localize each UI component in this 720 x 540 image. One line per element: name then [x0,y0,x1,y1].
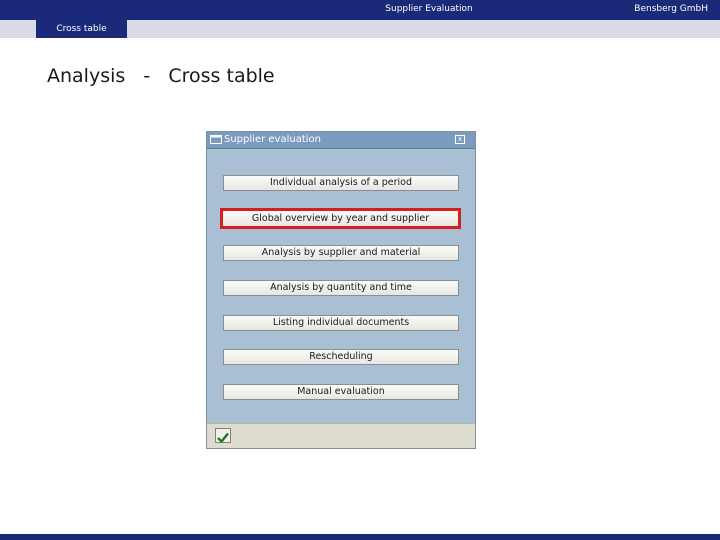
global-overview-button[interactable]: Global overview by year and supplier [220,208,461,229]
window-icon [210,135,222,144]
presentation-title: Supplier Evaluation [385,4,473,14]
manual-evaluation-button[interactable]: Manual evaluation [223,384,459,400]
checkmark-icon [217,432,229,444]
close-icon[interactable]: x [455,135,465,144]
bottom-bar [0,534,720,540]
supplier-material-analysis-button[interactable]: Analysis by supplier and material [223,245,459,261]
dialog-title: Supplier evaluation [224,134,321,145]
supplier-evaluation-dialog: Supplier evaluation x Individual analysi… [206,131,476,449]
quantity-time-analysis-button[interactable]: Analysis by quantity and time [223,280,459,296]
top-header-bar: Supplier Evaluation Bensberg GmbH [0,0,720,20]
listing-documents-button[interactable]: Listing individual documents [223,315,459,331]
page-title: Analysis - Cross table [47,65,275,87]
dialog-footer [207,423,475,448]
individual-analysis-button[interactable]: Individual analysis of a period [223,175,459,191]
dialog-titlebar: Supplier evaluation x [207,132,475,149]
confirm-button[interactable] [215,428,231,444]
section-tab: Cross table [36,20,127,38]
company-name: Bensberg GmbH [634,4,708,14]
rescheduling-button[interactable]: Rescheduling [223,349,459,365]
